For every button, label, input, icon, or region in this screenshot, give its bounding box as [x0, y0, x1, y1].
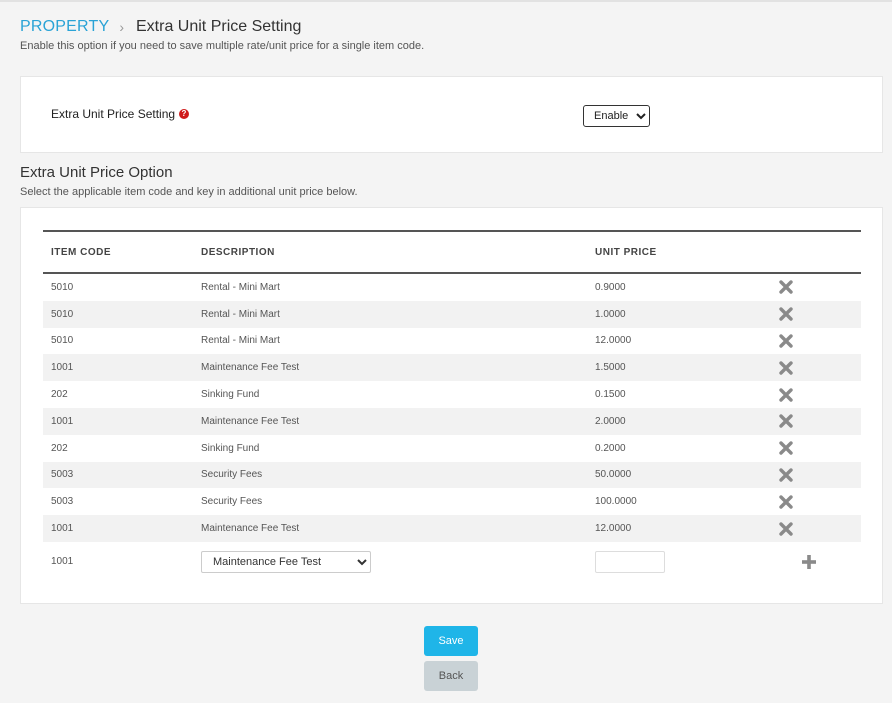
page-subtitle: Enable this option if you need to save m… — [20, 40, 425, 52]
cell-item-code: 202 — [51, 389, 68, 401]
new-row-action-cell — [778, 554, 861, 569]
close-icon[interactable] — [779, 307, 793, 321]
save-button[interactable]: Save — [424, 626, 478, 656]
table-row: 5010 Rental - Mini Mart 1.0000 — [43, 300, 861, 328]
section-subtitle: Select the applicable item code and key … — [20, 186, 358, 198]
table-row: 202 Sinking Fund 0.1500 — [43, 381, 861, 408]
close-icon[interactable] — [779, 414, 793, 429]
cell-description: Sinking Fund — [201, 389, 260, 401]
cell-description: Security Fees — [201, 469, 263, 481]
close-icon[interactable] — [779, 361, 793, 375]
cell-description: Security Fees — [201, 496, 263, 508]
cell-item-code: 202 — [51, 442, 68, 454]
header-description: DESCRIPTION — [201, 246, 275, 258]
page-title: Extra Unit Price Setting — [136, 18, 302, 35]
cell-item-code: 5010 — [51, 281, 74, 293]
setting-label: Extra Unit Price Setting — [51, 107, 176, 121]
cell-description: Maintenance Fee Test — [201, 415, 300, 427]
table-row: 202 Sinking Fund 0.2000 — [43, 435, 861, 462]
cell-item-code: 1001 — [51, 523, 74, 535]
top-border — [0, 0, 892, 2]
table-row: 1001 Maintenance Fee Test 1.5000 — [43, 354, 861, 382]
cell-unit-price: 1.5000 — [595, 362, 626, 374]
section-title: Extra Unit Price Option — [20, 164, 173, 181]
cell-description: Rental - Mini Mart — [201, 335, 280, 347]
cell-description: Rental - Mini Mart — [201, 308, 280, 320]
cell-unit-price: 1.0000 — [595, 308, 626, 320]
table-row: 5003 Security Fees 50.0000 — [43, 461, 861, 489]
cell-description: Rental - Mini Mart — [201, 281, 280, 293]
plus-icon[interactable] — [802, 554, 816, 569]
cell-item-code: 1001 — [51, 415, 74, 427]
table-body: 5010 Rental - Mini Mart 0.9000 5010 Rental -… — [43, 274, 861, 542]
cell-actions — [778, 441, 861, 455]
new-row-code: 1001 — [51, 556, 74, 568]
cell-actions — [778, 361, 861, 375]
back-button[interactable]: Back — [424, 661, 478, 691]
cell-actions — [778, 387, 861, 402]
cell-item-code: 5010 — [51, 308, 74, 320]
cell-actions — [778, 414, 861, 429]
cell-description: Maintenance Fee Test — [201, 362, 300, 374]
header-unit-price: UNIT PRICE — [595, 246, 657, 258]
new-row-desc-cell: Maintenance Fee Test — [193, 550, 588, 573]
cell-unit-price: 0.1500 — [595, 389, 626, 401]
new-row-price-cell — [588, 550, 778, 573]
enable-select[interactable]: Enable — [583, 105, 650, 127]
cell-item-code: 5010 — [51, 335, 74, 347]
price-table-card: ITEM CODE DESCRIPTION UNIT PRICE 5010 Ren… — [20, 207, 883, 604]
cell-unit-price: 100.0000 — [595, 496, 637, 508]
close-icon[interactable] — [779, 468, 793, 482]
cell-unit-price: 0.2000 — [595, 442, 626, 454]
description-select[interactable]: Maintenance Fee Test — [201, 550, 371, 573]
cell-actions — [778, 334, 861, 348]
table-row: 1001 Maintenance Fee Test 12.0000 — [43, 515, 861, 542]
close-icon[interactable] — [779, 334, 793, 348]
close-icon[interactable] — [779, 521, 793, 536]
cell-description: Maintenance Fee Test — [201, 523, 300, 535]
table-row: 1001 Maintenance Fee Test 2.0000 — [43, 407, 861, 435]
cell-unit-price: 50.0000 — [595, 469, 632, 481]
cell-actions — [778, 307, 861, 321]
unit-price-input[interactable] — [595, 550, 665, 573]
chevron-right-icon: › — [119, 19, 124, 35]
cell-unit-price: 12.0000 — [595, 335, 632, 347]
cell-actions — [778, 280, 861, 295]
cell-actions — [778, 468, 861, 482]
header-item-code: ITEM CODE — [51, 246, 112, 258]
cell-unit-price: 12.0000 — [595, 523, 632, 535]
cell-item-code: 5003 — [51, 469, 74, 481]
close-icon[interactable] — [779, 441, 793, 455]
table-header: ITEM CODE DESCRIPTION UNIT PRICE — [43, 230, 861, 274]
cell-item-code: 5003 — [51, 496, 74, 508]
close-icon[interactable] — [779, 387, 793, 402]
table-row: 5010 Rental - Mini Mart 12.0000 — [43, 328, 861, 355]
close-icon[interactable] — [779, 495, 793, 509]
price-table: ITEM CODE DESCRIPTION UNIT PRICE 5010 Ren… — [43, 230, 861, 582]
question-icon[interactable]: ? — [179, 109, 189, 119]
cell-actions — [778, 521, 861, 536]
setting-card: Extra Unit Price Setting ? Enable — [20, 76, 883, 153]
cell-item-code: 1001 — [51, 362, 74, 374]
add-row: 1001 Maintenance Fee Test — [43, 542, 861, 582]
close-icon[interactable] — [779, 280, 793, 295]
breadcrumb-property-link[interactable]: PROPERTY — [20, 18, 109, 36]
breadcrumb: PROPERTY › Extra Unit Price Setting — [20, 17, 301, 37]
cell-unit-price: 0.9000 — [595, 281, 626, 293]
cell-actions — [778, 495, 861, 509]
table-row: 5003 Security Fees 100.0000 — [43, 488, 861, 515]
table-row: 5010 Rental - Mini Mart 0.9000 — [43, 274, 861, 301]
cell-unit-price: 2.0000 — [595, 415, 626, 427]
cell-description: Sinking Fund — [201, 442, 260, 454]
